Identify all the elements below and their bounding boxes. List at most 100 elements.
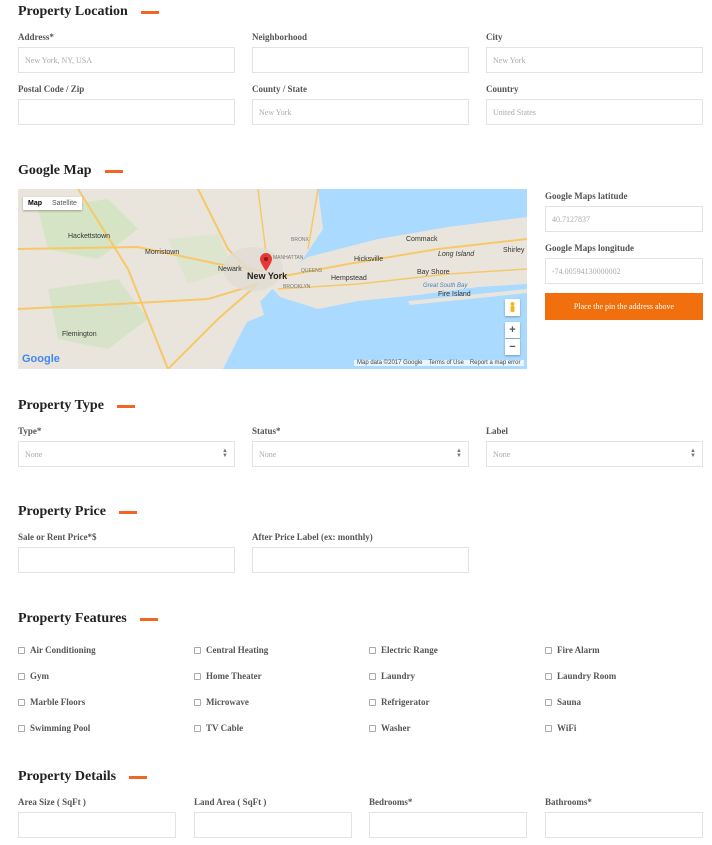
checkbox-box[interactable] <box>545 646 552 654</box>
address-input[interactable]: New York, NY, USA <box>18 47 235 73</box>
title-accent-bar <box>116 404 135 408</box>
feature-checkbox[interactable]: Fire Alarm <box>545 645 600 655</box>
map-label-flemington: Flemington <box>62 331 97 338</box>
section-title-features: Property Features <box>18 611 158 627</box>
place-pin-button[interactable]: Place the pin the address above <box>545 293 703 320</box>
bedrooms-input[interactable] <box>369 812 527 838</box>
feature-checkbox[interactable]: Central Heating <box>194 645 268 655</box>
feature-checkbox[interactable]: Gym <box>18 671 49 681</box>
map-label-queens: QUEENS <box>301 268 323 274</box>
map-terms-link[interactable]: Terms of Use <box>425 360 467 366</box>
map-label-new-york: New York <box>247 271 288 281</box>
county-input[interactable]: New York <box>252 99 469 125</box>
section-title-text: Google Map <box>18 163 92 178</box>
checkbox-box[interactable] <box>194 724 201 732</box>
map-label-shirley: Shirley <box>503 247 525 254</box>
map-label-hicksville: Hicksville <box>354 256 384 263</box>
zoom-in-button[interactable]: + <box>505 322 520 338</box>
title-accent-bar <box>104 169 123 173</box>
feature-checkbox[interactable]: Laundry <box>369 671 415 681</box>
status-select[interactable]: None ▲ ▼ <box>252 441 469 467</box>
checkbox-box[interactable] <box>545 724 552 732</box>
feature-checkbox[interactable]: Home Theater <box>194 671 262 681</box>
latitude-label: Google Maps latitude <box>545 191 628 201</box>
label-label: Label <box>486 426 509 436</box>
feature-label: Home Theater <box>206 671 262 681</box>
feature-checkbox[interactable]: Sauna <box>545 697 581 707</box>
after-price-input[interactable] <box>252 547 469 573</box>
map-report-link[interactable]: Report a map error <box>466 360 524 366</box>
city-label: City <box>486 32 503 42</box>
zoom-out-button[interactable]: − <box>505 339 520 355</box>
street-view-pegman-icon[interactable] <box>505 299 520 316</box>
checkbox-box[interactable] <box>369 698 376 706</box>
feature-checkbox[interactable]: Microwave <box>194 697 249 707</box>
feature-label: Gym <box>30 671 49 681</box>
after-price-label: After Price Label (ex: monthly) <box>252 532 373 542</box>
google-map[interactable]: Map Satellite Hackettstown Morristown Ne… <box>18 189 527 369</box>
feature-label: Sauna <box>557 697 582 707</box>
checkbox-box[interactable] <box>18 672 25 680</box>
land-area-input[interactable] <box>194 812 352 838</box>
feature-checkbox[interactable]: Electric Range <box>369 645 438 655</box>
feature-checkbox[interactable]: Washer <box>369 723 411 733</box>
checkbox-box[interactable] <box>545 672 552 680</box>
section-title-text: Property Features <box>18 611 127 626</box>
sale-price-input[interactable] <box>18 547 235 573</box>
latitude-input[interactable]: 40.7127837 <box>545 206 703 232</box>
select-arrows-icon: ▲ ▼ <box>690 448 696 459</box>
area-size-input[interactable] <box>18 812 176 838</box>
feature-label: WiFi <box>557 723 577 733</box>
feature-checkbox[interactable]: Refrigerator <box>369 697 429 707</box>
map-footer: Map data ©2017 Google Terms of Use Repor… <box>354 360 524 366</box>
neighborhood-input[interactable] <box>252 47 469 73</box>
longitude-input[interactable]: -74.00594130000002 <box>545 258 703 284</box>
type-select[interactable]: None ▲ ▼ <box>18 441 235 467</box>
type-label: Type* <box>18 426 42 436</box>
feature-checkbox[interactable]: WiFi <box>545 723 576 733</box>
country-input[interactable]: United States <box>486 99 703 125</box>
sale-price-label: Sale or Rent Price*$ <box>18 532 97 542</box>
type-select-value: None <box>25 449 43 459</box>
checkbox-box[interactable] <box>194 646 201 654</box>
feature-checkbox[interactable]: Air Conditioning <box>18 645 96 655</box>
map-label-morristown: Morristown <box>145 249 180 256</box>
area-size-label: Area Size ( SqFt ) <box>18 797 86 807</box>
map-tab-satellite[interactable]: Satellite <box>47 197 82 210</box>
map-label-brooklyn: BROOKLYN <box>283 284 311 290</box>
feature-checkbox[interactable]: Swimming Pool <box>18 723 90 733</box>
checkbox-box[interactable] <box>18 646 25 654</box>
status-select-value: None <box>259 449 277 459</box>
checkbox-box[interactable] <box>194 672 201 680</box>
postal-label: Postal Code / Zip <box>18 84 85 94</box>
checkbox-box[interactable] <box>194 698 201 706</box>
checkbox-box[interactable] <box>369 672 376 680</box>
map-pin-icon[interactable] <box>260 253 272 271</box>
feature-label: Fire Alarm <box>557 645 600 655</box>
title-accent-bar <box>129 775 148 779</box>
map-label-bronx: BRONX <box>291 237 309 243</box>
map-tab-map[interactable]: Map <box>23 197 47 210</box>
feature-checkbox[interactable]: Marble Floors <box>18 697 85 707</box>
map-type-toggle[interactable]: Map Satellite <box>23 197 82 210</box>
section-title-price: Property Price <box>18 504 137 520</box>
checkbox-box[interactable] <box>369 724 376 732</box>
select-arrows-icon: ▲ ▼ <box>456 448 462 459</box>
label-select[interactable]: None ▲ ▼ <box>486 441 703 467</box>
feature-label: Swimming Pool <box>30 723 91 733</box>
checkbox-box[interactable] <box>369 646 376 654</box>
postal-input[interactable] <box>18 99 235 125</box>
title-accent-bar <box>139 617 158 621</box>
checkbox-box[interactable] <box>18 724 25 732</box>
feature-checkbox[interactable]: Laundry Room <box>545 671 616 681</box>
bathrooms-input[interactable] <box>545 812 703 838</box>
feature-label: Electric Range <box>381 645 438 655</box>
bedrooms-label: Bedrooms* <box>369 797 413 807</box>
city-input[interactable]: New York <box>486 47 703 73</box>
feature-checkbox[interactable]: TV Cable <box>194 723 243 733</box>
section-title-type: Property Type <box>18 398 135 414</box>
section-title-details: Property Details <box>18 769 148 785</box>
checkbox-box[interactable] <box>18 698 25 706</box>
checkbox-box[interactable] <box>545 698 552 706</box>
map-label-manhattan: MANHATTAN <box>273 255 304 261</box>
